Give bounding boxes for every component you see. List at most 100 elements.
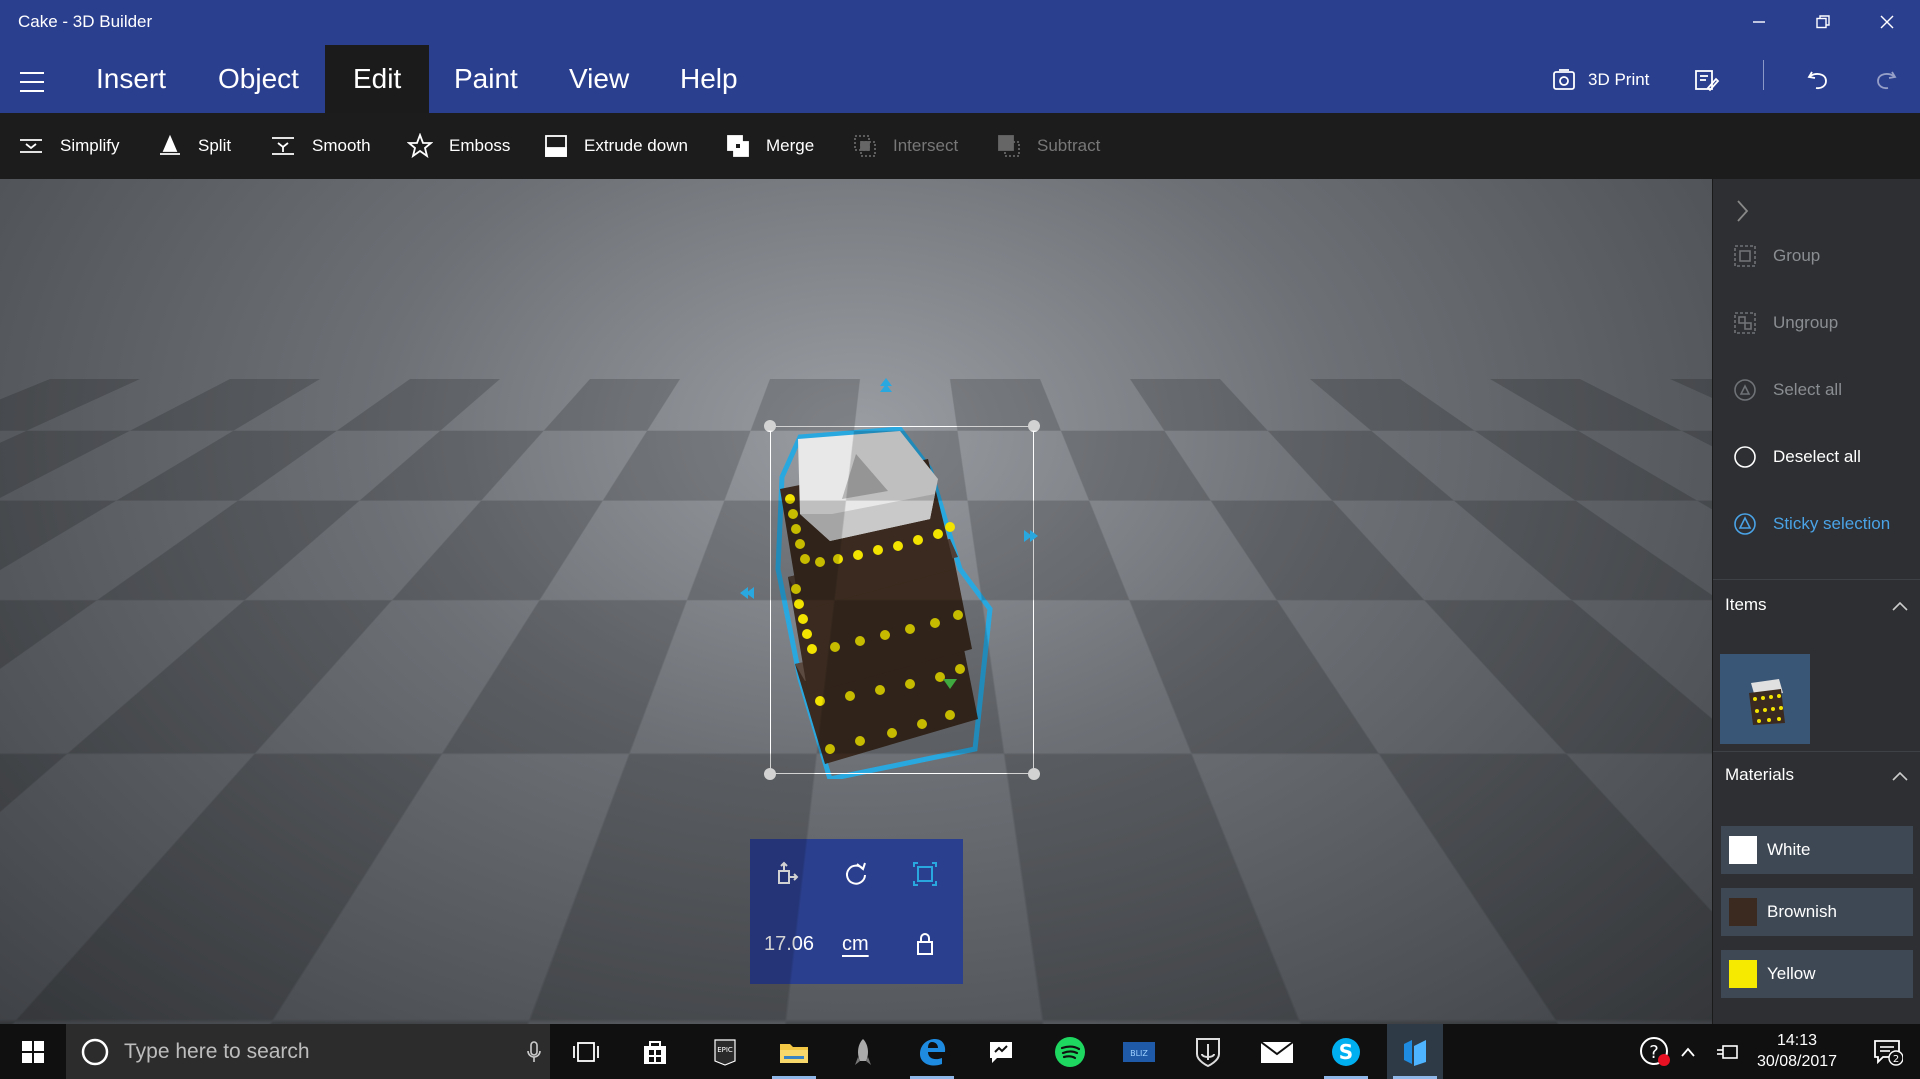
size-value[interactable]: 17.06 [764,933,814,956]
taskbar-skype[interactable]: S [1318,1024,1374,1079]
group-button[interactable]: Group [1733,236,1820,276]
intersect-button[interactable]: Intersect [853,113,958,179]
tab-object[interactable]: Object [190,45,327,113]
split-label: Split [198,136,231,156]
sticky-selection-button[interactable]: Sticky selection [1733,504,1890,544]
ungroup-label: Ungroup [1773,313,1838,333]
taskbar-world-of-warships[interactable] [1180,1024,1236,1079]
materials-section-title: Materials [1725,765,1794,785]
taskbar-mail[interactable] [1249,1024,1305,1079]
taskbar-3d-builder[interactable] [1387,1024,1443,1079]
cortana-icon [80,1037,110,1067]
taskbar-search-input[interactable]: Type here to search [66,1024,550,1079]
clock-date: 30/08/2017 [1752,1051,1842,1072]
resize-handle-bottom-left[interactable] [764,768,776,780]
smooth-label: Smooth [312,136,371,156]
tray-power-button[interactable] [1706,1024,1750,1079]
extrude-down-icon [544,134,568,158]
microphone-icon[interactable] [526,1040,542,1064]
move-right-arrow-icon[interactable] [1020,528,1040,544]
resize-handle-top-right[interactable] [1028,420,1040,432]
material-yellow[interactable]: Yellow [1721,950,1913,998]
tab-help[interactable]: Help [652,45,766,113]
simplify-icon [18,135,44,157]
extrude-down-button[interactable]: Extrude down [544,113,688,179]
restore-button[interactable] [1791,0,1855,44]
split-icon [158,134,182,158]
cake-thumbnail-icon [1743,671,1787,727]
hamburger-menu-button[interactable] [14,68,50,96]
unit-selector[interactable]: cm [842,933,869,956]
ungroup-icon [1733,311,1757,335]
ungroup-button[interactable]: Ungroup [1733,303,1838,343]
taskbar-store[interactable] [627,1024,683,1079]
3d-builder-icon [1400,1036,1430,1068]
edit-toolbar: Simplify Split Smooth Emboss Extrude dow… [0,113,1920,179]
task-view-button[interactable] [558,1024,614,1079]
redo-icon [1874,68,1898,92]
scale-mode-button[interactable] [907,856,943,892]
toolbar-divider [1763,60,1764,90]
resize-handle-top-left[interactable] [764,420,776,432]
3d-viewport[interactable]: 17.06 cm [0,179,1712,1024]
tab-edit[interactable]: Edit [325,45,429,113]
tray-overflow-button[interactable] [1670,1024,1706,1079]
minimize-button[interactable] [1727,0,1791,44]
tab-paint[interactable]: Paint [426,45,546,113]
move-mode-button[interactable] [770,856,806,892]
items-collapse-button[interactable] [1891,599,1909,617]
item-thumbnail-cake[interactable] [1720,654,1810,744]
merge-button[interactable]: Merge [726,113,814,179]
taskbar-battlenet[interactable]: BLIZ [1111,1024,1167,1079]
deselect-all-icon [1733,445,1757,469]
material-white[interactable]: White [1721,826,1913,874]
smooth-button[interactable]: Smooth [270,113,371,179]
taskbar-spotify[interactable] [1042,1024,1098,1079]
move-left-arrow-icon[interactable] [738,585,758,601]
taskbar-launcher[interactable] [835,1024,891,1079]
group-label: Group [1773,246,1820,266]
subtract-button[interactable]: Subtract [997,113,1100,179]
clock[interactable]: 14:13 30/08/2017 [1752,1030,1842,1072]
print-3d-button[interactable]: 3D Print [1552,60,1649,100]
hamburger-line [20,72,44,74]
mail-icon [1260,1039,1294,1065]
scale-icon [912,861,938,887]
collapse-panel-button[interactable] [1735,199,1749,228]
deselect-all-button[interactable]: Deselect all [1733,437,1861,477]
materials-collapse-button[interactable] [1891,769,1909,787]
rotate-mode-button[interactable] [838,856,874,892]
hamburger-line [20,90,44,92]
redo-button[interactable] [1874,60,1898,100]
notification-count: 2 [1893,1054,1899,1065]
panel-separator [1713,579,1920,580]
taskbar-file-explorer[interactable] [766,1024,822,1079]
taskbar-messaging[interactable] [973,1024,1029,1079]
select-all-button[interactable]: Select all [1733,370,1842,410]
taskbar-edge[interactable] [904,1024,960,1079]
notification-icon: 2 [1873,1038,1903,1066]
store-icon [640,1037,670,1067]
svg-text:?: ? [1649,1042,1659,1063]
start-button[interactable] [0,1024,66,1079]
emboss-button[interactable]: Emboss [407,113,510,179]
tab-insert[interactable]: Insert [68,45,194,113]
undo-icon [1806,68,1830,92]
action-center-button[interactable]: 2 [1856,1024,1920,1079]
rocket-icon [851,1037,875,1067]
svg-text:EPIC: EPIC [717,1046,733,1054]
tab-view[interactable]: View [541,45,657,113]
search-placeholder: Type here to search [124,1040,310,1064]
taskbar-epic-games[interactable]: EPIC [697,1024,753,1079]
save-button[interactable] [1694,60,1720,100]
transform-panel: 17.06 cm [750,839,963,984]
undo-button[interactable] [1806,60,1830,100]
selection-bounding-box [770,426,1034,774]
lock-aspect-button[interactable] [907,926,943,962]
resize-handle-bottom-right[interactable] [1028,768,1040,780]
close-button[interactable] [1855,0,1919,44]
move-up-arrow-icon[interactable] [878,376,894,396]
split-button[interactable]: Split [158,113,231,179]
simplify-button[interactable]: Simplify [18,113,120,179]
material-brownish[interactable]: Brownish [1721,888,1913,936]
